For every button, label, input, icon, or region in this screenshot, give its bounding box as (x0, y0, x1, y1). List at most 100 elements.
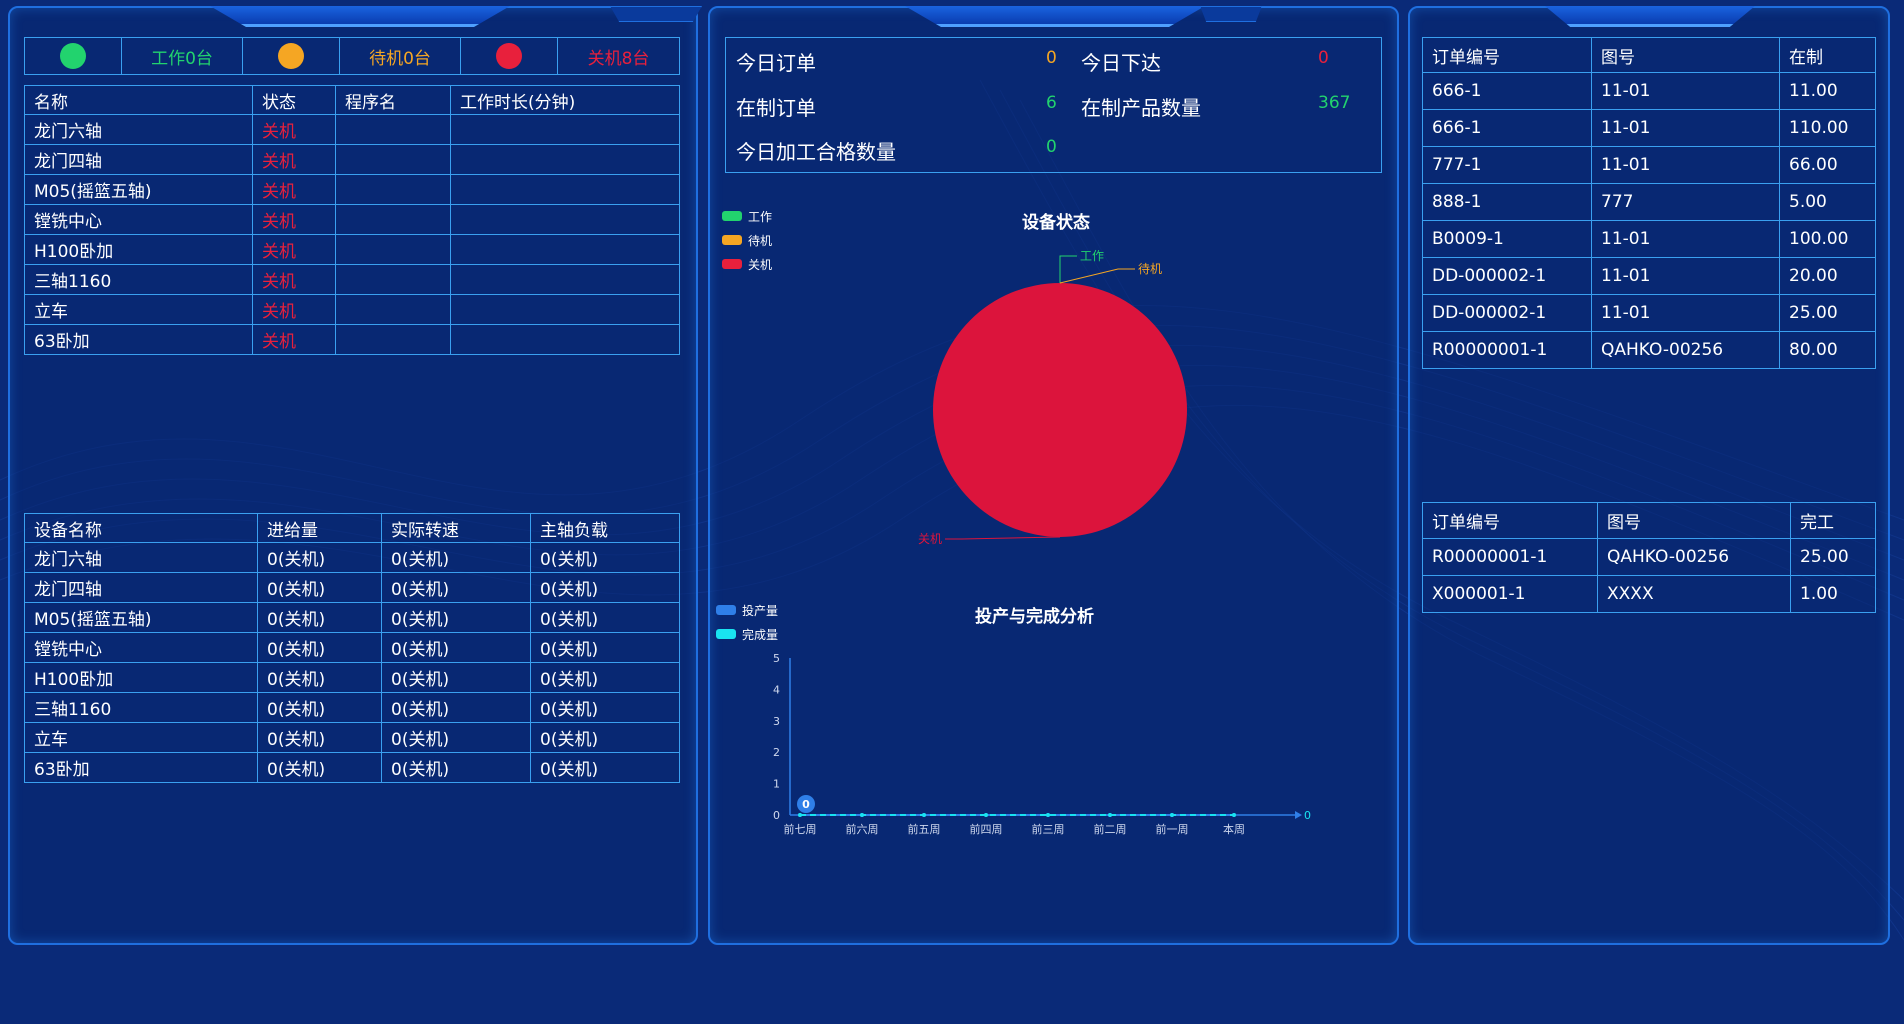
table-cell: 0(关机) (530, 572, 680, 603)
pie-slice-2[interactable] (933, 283, 1187, 537)
today-orders-label: 今日订单 (736, 51, 816, 75)
standby-count: 待机0台 (339, 37, 461, 75)
table-row[interactable]: H100卧加 关机 (24, 234, 680, 265)
table-cell: 11-01 (1591, 109, 1780, 147)
table-row[interactable]: X000001-1 XXXX 1.00 (1422, 575, 1876, 613)
wip-orders-label: 在制订单 (736, 96, 816, 120)
legend-swatch (722, 211, 742, 221)
column-header: 进给量 (257, 513, 382, 543)
table-row[interactable]: DD-000002-1 11-01 20.00 (1422, 257, 1876, 295)
table-cell: 666-1 (1422, 72, 1592, 110)
x-tick-label: 本周 (1223, 822, 1245, 836)
table-cell: R00000001-1 (1422, 538, 1598, 576)
data-point[interactable] (860, 813, 864, 817)
table-row[interactable]: 63卧加 关机 (24, 324, 680, 355)
table-row[interactable]: B0009-1 11-01 100.00 (1422, 220, 1876, 258)
table-row[interactable]: 龙门四轴 关机 (24, 144, 680, 175)
table-row[interactable]: 666-1 11-01 11.00 (1422, 72, 1876, 110)
table-row[interactable]: 63卧加 0(关机) 0(关机) 0(关机) (24, 752, 680, 783)
table-row[interactable]: 龙门四轴 0(关机) 0(关机) 0(关机) (24, 572, 680, 603)
table-cell: 0(关机) (530, 662, 680, 693)
x-tick-label: 前四周 (970, 822, 1003, 836)
table-cell: 0(关机) (381, 722, 531, 753)
x-tick-label: 前七周 (784, 822, 817, 836)
table-cell: 0(关机) (530, 542, 680, 573)
off-status-dot-icon (496, 43, 522, 69)
table-cell: 777-1 (1422, 146, 1592, 184)
y-tick-label: 0 (773, 809, 780, 822)
table-cell: 关机 (252, 174, 336, 205)
y-tick-label: 4 (773, 683, 780, 696)
table-row[interactable]: 777-1 11-01 66.00 (1422, 146, 1876, 184)
today-qualified-label: 今日加工合格数量 (736, 140, 896, 164)
legend-label: 投产量 (742, 603, 779, 618)
table-row[interactable]: 龙门六轴 0(关机) 0(关机) 0(关机) (24, 542, 680, 573)
column-header: 实际转速 (381, 513, 531, 543)
legend-item-completed[interactable]: 完成量 (716, 622, 778, 646)
legend-item-standby[interactable]: 待机 (722, 228, 772, 252)
table-cell: 0(关机) (530, 722, 680, 753)
column-header: 在制 (1779, 37, 1876, 73)
data-point[interactable] (1232, 813, 1236, 817)
legend-item-working[interactable]: 工作 (722, 204, 772, 228)
table-row[interactable]: R00000001-1 QAHKO-00256 80.00 (1422, 331, 1876, 369)
table-cell: 11-01 (1591, 257, 1780, 295)
working-indicator (24, 37, 122, 75)
table-row[interactable]: 镗铣中心 0(关机) 0(关机) 0(关机) (24, 632, 680, 663)
y-tick-label: 3 (773, 715, 780, 728)
machine-status-table: 名称 状态 程序名 工作时长(分钟) 龙门六轴 关机 龙门四轴 关机 M05(摇篮五轴)… (24, 85, 680, 355)
legend-label: 关机 (748, 257, 773, 272)
table-row[interactable]: 666-1 11-01 110.00 (1422, 109, 1876, 147)
table-row[interactable]: DD-000002-1 11-01 25.00 (1422, 294, 1876, 332)
x-tick-label: 前三周 (1032, 822, 1065, 836)
table-cell (335, 324, 451, 355)
column-header: 完工 (1790, 502, 1876, 539)
pie-label-line (1059, 255, 1077, 283)
table-row[interactable]: R00000001-1 QAHKO-00256 25.00 (1422, 538, 1876, 576)
table-cell (335, 264, 451, 295)
table-cell: DD-000002-1 (1422, 257, 1592, 295)
table-row[interactable]: 立车 0(关机) 0(关机) 0(关机) (24, 722, 680, 753)
data-point[interactable] (1046, 813, 1050, 817)
legend-swatch (716, 629, 736, 639)
table-cell: 镗铣中心 (24, 204, 253, 235)
legend-item-input[interactable]: 投产量 (716, 598, 778, 622)
data-point[interactable] (1108, 813, 1112, 817)
table-row[interactable]: 三轴1160 0(关机) 0(关机) 0(关机) (24, 692, 680, 723)
table-cell: 0(关机) (530, 752, 680, 783)
x-tick-label: 前二周 (1094, 822, 1127, 836)
pie-slice-label: 待机 (1138, 262, 1162, 276)
x-tick-label: 前一周 (1156, 822, 1189, 836)
table-cell: 0(关机) (381, 752, 531, 783)
table-cell: 11.00 (1779, 72, 1876, 110)
table-row[interactable]: 立车 关机 (24, 294, 680, 325)
table-cell: H100卧加 (24, 662, 258, 693)
table-cell: 25.00 (1779, 294, 1876, 332)
data-point[interactable] (798, 813, 802, 817)
table-row[interactable]: 镗铣中心 关机 (24, 204, 680, 235)
table-cell: 25.00 (1790, 538, 1876, 576)
panel-header-tab (210, 6, 510, 27)
table-cell: 63卧加 (24, 324, 253, 355)
y-tick-label: 5 (773, 652, 780, 665)
table-cell: QAHKO-00256 (1591, 331, 1780, 369)
table-row[interactable]: M05(摇篮五轴) 0(关机) 0(关机) 0(关机) (24, 602, 680, 633)
table-row[interactable]: H100卧加 0(关机) 0(关机) 0(关机) (24, 662, 680, 693)
wip-products-label: 在制产品数量 (1081, 96, 1201, 120)
table-row[interactable]: 888-1 777 5.00 (1422, 183, 1876, 221)
table-cell: 0(关机) (257, 632, 382, 663)
data-point[interactable] (984, 813, 988, 817)
data-point[interactable] (1170, 813, 1174, 817)
table-cell: 80.00 (1779, 331, 1876, 369)
table-cell: 0(关机) (381, 602, 531, 633)
table-row[interactable]: 三轴1160 关机 (24, 264, 680, 295)
table-cell: 镗铣中心 (24, 632, 258, 663)
table-cell (335, 294, 451, 325)
table-row[interactable]: 龙门六轴 关机 (24, 114, 680, 145)
table-cell: 关机 (252, 324, 336, 355)
table-cell: 11-01 (1591, 146, 1780, 184)
table-row[interactable]: M05(摇篮五轴) 关机 (24, 174, 680, 205)
data-point[interactable] (922, 813, 926, 817)
legend-item-off[interactable]: 关机 (722, 252, 772, 276)
line-legend: 投产量 完成量 (716, 598, 778, 646)
